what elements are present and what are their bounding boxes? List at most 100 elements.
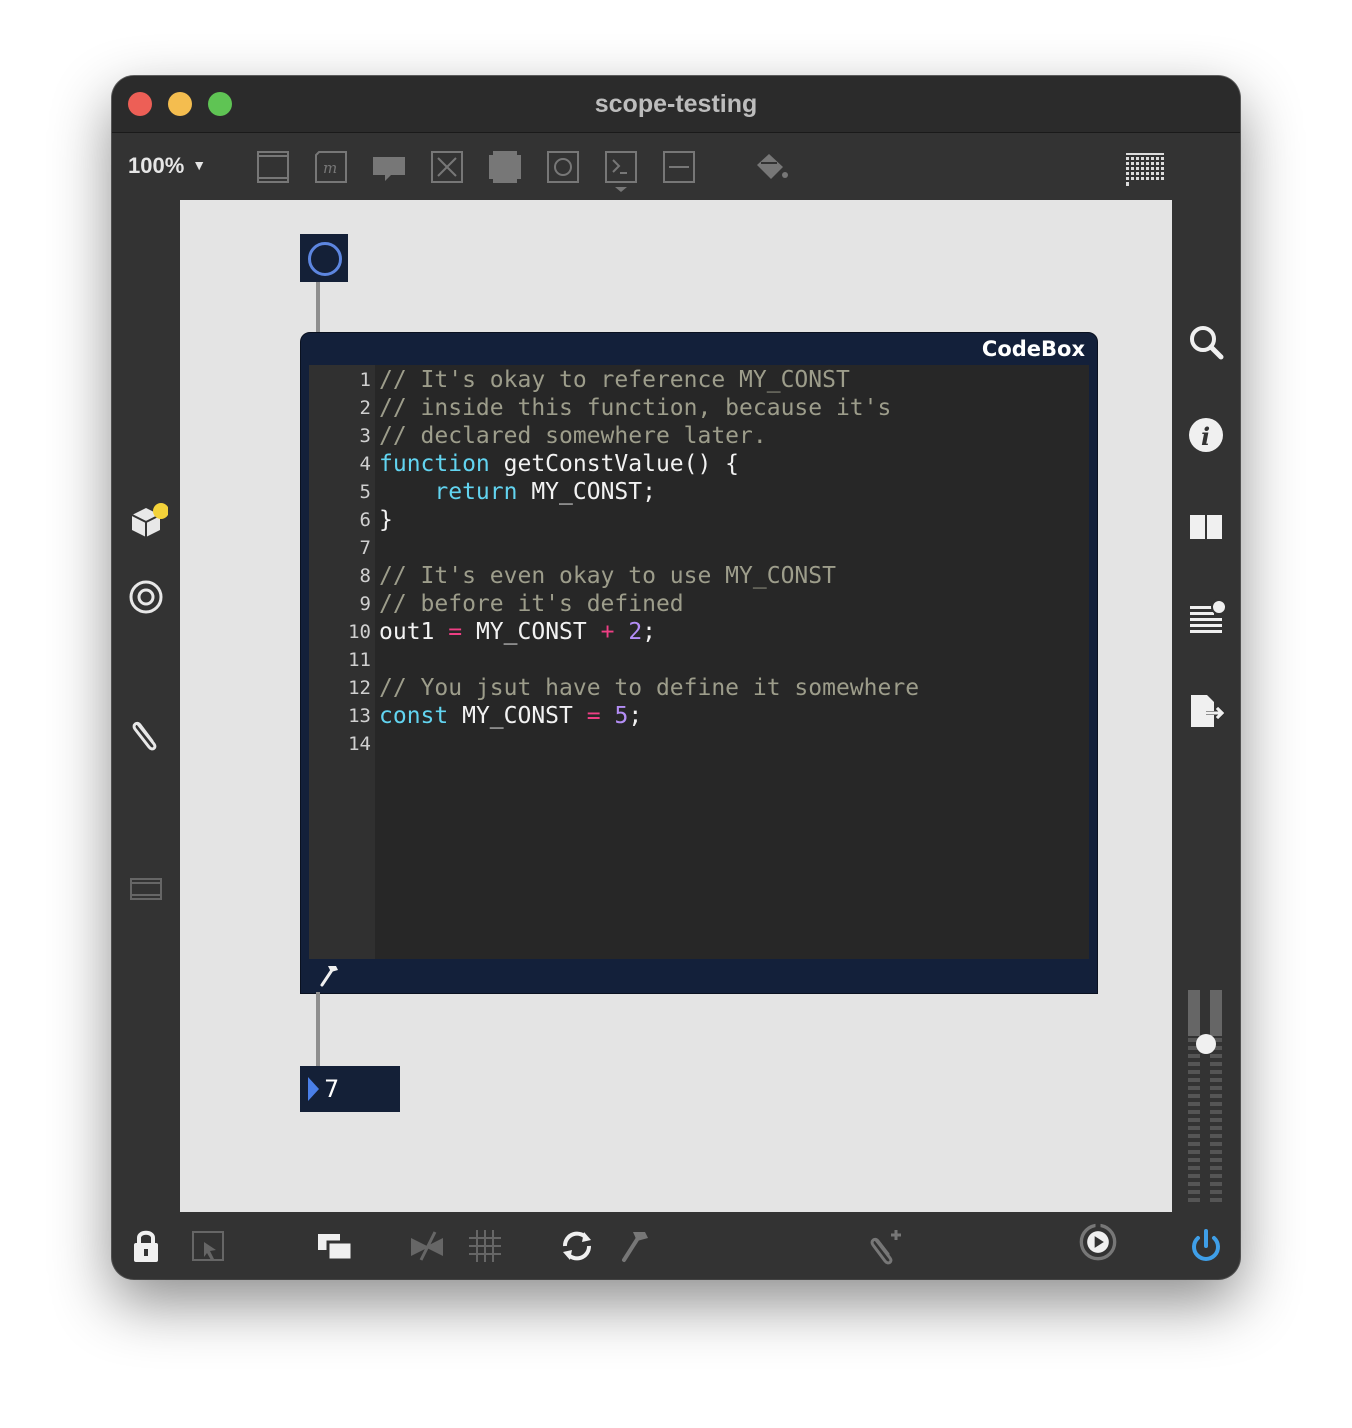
power-icon[interactable] [1186,1226,1226,1266]
line-number: 5 [359,481,371,503]
patcher-canvas[interactable]: CodeBox 1 // It's okay to reference MY_CO… [180,200,1172,1212]
line-number: 13 [348,705,371,727]
svg-text:m: m [323,159,337,177]
code-line[interactable]: 1 // It's okay to reference MY_CONST [309,366,1089,394]
line-number: 9 [359,593,371,615]
volume-meter[interactable] [1186,990,1226,1206]
code-line[interactable]: 14 [309,730,1089,758]
line-number: 10 [348,621,371,643]
svg-text:i: i [1201,422,1210,451]
code-line[interactable]: 2 // inside this function, because it's [309,394,1089,422]
code-token: // declared somewhere later. [379,423,767,449]
code-token: } [379,507,393,533]
line-number: 3 [359,425,371,447]
code-line[interactable]: 8 // It's even okay to use MY_CONST [309,562,1089,590]
presentation-icon[interactable] [126,869,166,909]
refresh-icon[interactable] [557,1226,597,1266]
bang-button-object[interactable] [300,234,348,282]
packages-icon[interactable] [128,502,168,542]
console-list-icon[interactable] [1186,597,1226,637]
code-token: + [600,619,615,645]
presentation-mode-icon[interactable] [188,1226,228,1266]
code-token: return [434,479,518,505]
info-icon[interactable]: i [1186,415,1226,455]
code-line[interactable]: 11 [309,646,1089,674]
code-token: MY_CONST [462,619,601,645]
paint-bucket-icon[interactable] [753,149,789,185]
hammer-icon[interactable] [319,963,341,987]
code-token: ; [642,619,657,645]
lock-icon[interactable] [126,1226,166,1266]
code-editor[interactable]: 1 // It's okay to reference MY_CONST 2 // i… [309,365,1089,959]
code-line[interactable]: 3 // declared somewhere later. [309,422,1089,450]
code-text: } [379,506,393,534]
message-box-icon[interactable]: m [313,149,349,185]
code-text: // before it's defined [379,590,684,618]
code-token: 2 [628,619,643,645]
codebox-object[interactable]: CodeBox 1 // It's okay to reference MY_CO… [300,332,1098,994]
line-number: 14 [348,733,371,755]
codebox-label: CodeBox [981,337,1085,361]
code-text: out1 = MY_CONST + 2; [379,618,656,646]
line-number: 11 [348,649,371,671]
grid-icon[interactable] [465,1226,505,1266]
code-line[interactable]: 5 return MY_CONST; [309,478,1089,506]
export-file-icon[interactable] [1186,691,1226,731]
chevron-down-icon: ▼ [192,157,207,173]
patcher-window: scope-testing 100% ▼ m i CodeBox 1 // It… [112,76,1240,1279]
window-title: scope-testing [594,90,758,118]
split-view-icon[interactable] [1186,507,1226,547]
code-text: function getConstValue() { [379,450,739,478]
number-box-object[interactable]: 7 [300,1066,400,1112]
code-token: // You jsut have to define it somewhere [379,675,920,701]
code-text: // declared somewhere later. [379,422,767,450]
code-token: MY_CONST [448,703,587,729]
code-line[interactable]: 10 out1 = MY_CONST + 2; [309,618,1089,646]
code-line[interactable]: 12 // You jsut have to define it somewher… [309,674,1089,702]
number-value: 7 [324,1075,340,1103]
object-box-icon[interactable] [255,149,291,185]
code-token: const [379,703,449,729]
zoom-label: 100% [128,153,185,178]
code-token: getConstValue() { [489,451,740,477]
paperclip-icon[interactable] [126,714,166,754]
build-hammer-icon[interactable] [615,1226,655,1266]
matrix-icon[interactable] [487,149,523,185]
code-text: return MY_CONST; [379,478,656,506]
comment-icon[interactable] [371,149,407,185]
slider-icon[interactable] [661,149,697,185]
bottom-toolbar [112,1212,1240,1279]
toggle-icon[interactable] [429,149,465,185]
target-icon[interactable] [126,577,166,617]
code-line[interactable]: 7 [309,534,1089,562]
number-icon[interactable] [603,149,639,192]
code-text: // It's okay to reference MY_CONST [379,366,850,394]
code-line[interactable]: 13 const MY_CONST = 5; [309,702,1089,730]
code-token: ; [628,703,643,729]
add-attachment-icon[interactable] [866,1226,906,1266]
line-number: 12 [348,677,371,699]
code-line[interactable]: 9 // before it's defined [309,590,1089,618]
play-transport-icon[interactable] [1078,1222,1126,1270]
code-text: const MY_CONST = 5; [379,702,642,730]
grid-keyboard-icon[interactable] [1124,147,1168,191]
code-text: // You jsut have to define it somewhere [379,674,919,702]
title-bar: scope-testing [112,76,1240,133]
line-number: 6 [359,509,371,531]
button-icon[interactable] [545,149,581,185]
patch-cord[interactable] [316,282,320,332]
code-line[interactable]: 4 function getConstValue() { [309,450,1089,478]
code-line[interactable]: 6} [309,506,1089,534]
new-view-icon[interactable] [315,1226,355,1266]
hide-cables-icon[interactable] [407,1226,447,1266]
code-token: out1 [379,619,449,645]
code-token: MY_CONST; [517,479,656,505]
zoom-dropdown[interactable]: 100% ▼ [128,153,206,179]
code-token: = [448,619,463,645]
search-icon[interactable] [1186,322,1226,362]
line-number: 7 [359,537,371,559]
code-token: 5 [614,703,629,729]
patch-cord[interactable] [316,992,320,1066]
